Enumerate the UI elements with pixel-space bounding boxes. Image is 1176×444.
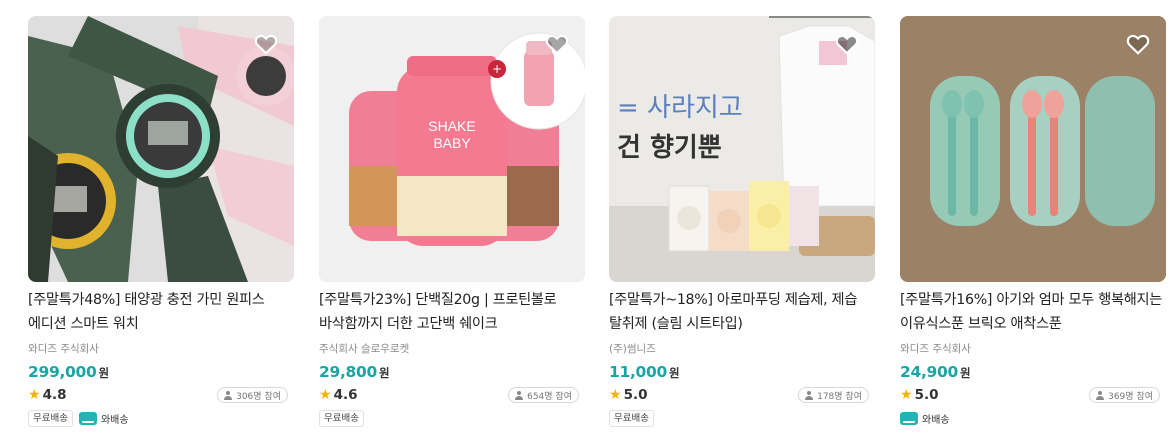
wadelivery-badge: 와배송 — [900, 411, 950, 426]
seller-name: 와디즈 주식회사 — [28, 343, 99, 355]
seller-name: (주)썸니즈 — [609, 343, 656, 355]
participants-count: 369명 참여 — [1108, 391, 1153, 402]
rating-row: ★ 4.6 654명 참여 — [319, 386, 585, 404]
product-card[interactable]: [주말특가16%] 아기와 엄마 모두 행복해지는 이유식스푼 브릭오 애착스푼… — [900, 16, 1166, 427]
seller-name: 와디즈 주식회사 — [900, 343, 971, 355]
currency: 원 — [960, 366, 971, 380]
truck-icon — [900, 411, 918, 425]
participants-count: 306명 참여 — [236, 391, 281, 402]
participants-count: 178명 참여 — [817, 391, 862, 402]
currency: 원 — [669, 366, 680, 380]
participants-badge: 654명 참여 — [508, 387, 579, 403]
product-image[interactable] — [900, 16, 1166, 282]
product-label-1: SHAKE — [428, 118, 475, 134]
badges: 와배송 — [900, 409, 1166, 427]
product-image[interactable] — [28, 16, 294, 282]
rating-row: ★ 5.0 178명 참여 — [609, 386, 875, 404]
product-card[interactable]: SHAKE BABY + [주말특가23%] 단백질20g | 프로틴볼로 바삭… — [319, 16, 585, 427]
rating-value: 5.0 — [914, 387, 939, 403]
image-text-2: 건 향기뿐 — [617, 133, 722, 163]
wadelivery-label: 와배송 — [100, 414, 129, 426]
heart-icon[interactable] — [544, 31, 570, 57]
badges: 무료배송 — [609, 409, 875, 427]
person-icon — [515, 390, 524, 400]
participants-count: 654명 참여 — [527, 391, 572, 402]
rating-row: ★ 5.0 369명 참여 — [900, 386, 1166, 404]
person-icon — [1096, 390, 1105, 400]
person-icon — [805, 390, 814, 400]
rating: ★ 5.0 — [900, 387, 938, 403]
price-value: 24,900 — [900, 363, 959, 381]
currency: 원 — [379, 366, 390, 380]
product-card[interactable]: = 사라지고 건 향기뿐 [주말특가~18%] 아로마푸딩 제습제, 제습 탈취… — [609, 16, 875, 427]
price-value: 11,000 — [609, 363, 668, 381]
heart-icon[interactable] — [1125, 31, 1151, 57]
person-icon — [224, 390, 233, 400]
product-grid: [주말특가48%] 태양광 충전 가민 원피스 에디션 스마트 워치 와디즈 주… — [0, 0, 1176, 444]
product-title[interactable]: [주말특가16%] 아기와 엄마 모두 행복해지는 이유식스푼 브릭오 애착스푼 — [900, 288, 1166, 336]
rating: ★ 4.6 — [319, 387, 357, 403]
truck-icon — [78, 411, 97, 425]
star-icon: ★ — [900, 387, 913, 403]
star-icon: ★ — [319, 387, 332, 403]
product-title[interactable]: [주말특가48%] 태양광 충전 가민 원피스 에디션 스마트 워치 — [28, 288, 294, 336]
free-shipping-badge: 무료배송 — [319, 409, 364, 427]
price: 299,000 원 — [28, 363, 294, 383]
free-shipping-badge: 무료배송 — [609, 409, 654, 427]
star-icon: ★ — [609, 387, 622, 403]
badges: 무료배송 — [319, 409, 585, 427]
wadelivery-badge: 와배송 — [78, 411, 129, 426]
heart-icon[interactable] — [253, 31, 279, 57]
price-value: 299,000 — [28, 363, 97, 381]
price-value: 29,800 — [319, 363, 378, 381]
rating-value: 5.0 — [623, 387, 648, 403]
rating-value: 4.8 — [42, 387, 67, 403]
product-label-2: BABY — [433, 135, 471, 151]
star-icon: ★ — [28, 387, 41, 403]
price: 24,900 원 — [900, 363, 1166, 383]
rating: ★ 5.0 — [609, 387, 647, 403]
image-text-1: = 사라지고 — [617, 93, 743, 123]
product-image[interactable]: = 사라지고 건 향기뿐 — [609, 16, 875, 282]
rating: ★ 4.8 — [28, 387, 66, 403]
free-shipping-badge: 무료배송 — [28, 409, 73, 427]
participants-badge: 178명 참여 — [798, 387, 869, 403]
plus-icon: + — [492, 62, 502, 76]
currency: 원 — [98, 366, 110, 380]
wadelivery-label: 와배송 — [922, 414, 950, 426]
price: 11,000 원 — [609, 363, 875, 383]
product-title[interactable]: [주말특가~18%] 아로마푸딩 제습제, 제습 탈취제 (슬림 시트타입) — [609, 288, 875, 336]
heart-icon[interactable] — [834, 31, 860, 57]
badges: 무료배송 와배송 — [28, 409, 294, 427]
product-card[interactable]: [주말특가48%] 태양광 충전 가민 원피스 에디션 스마트 워치 와디즈 주… — [28, 16, 294, 427]
participants-badge: 306명 참여 — [217, 387, 288, 403]
seller-name: 주식회사 슬로우로켓 — [319, 343, 410, 355]
participants-badge: 369명 참여 — [1089, 387, 1160, 403]
product-title[interactable]: [주말특가23%] 단백질20g | 프로틴볼로 바삭함까지 더한 고단백 쉐이… — [319, 288, 585, 336]
rating-row: ★ 4.8 306명 참여 — [28, 386, 294, 404]
product-image[interactable]: SHAKE BABY + — [319, 16, 585, 282]
price: 29,800 원 — [319, 363, 585, 383]
rating-value: 4.6 — [333, 387, 358, 403]
